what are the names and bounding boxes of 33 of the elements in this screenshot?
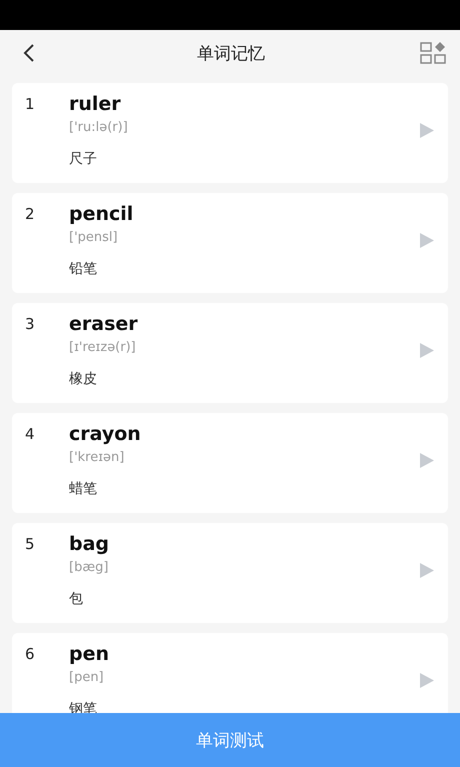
phonetic-text: [pen] <box>69 670 104 686</box>
meaning-text: 包 <box>69 590 83 609</box>
word-number: 1 <box>25 94 36 115</box>
play-icon[interactable] <box>420 563 434 578</box>
play-icon[interactable] <box>420 123 434 138</box>
page-title: 单词记忆 <box>197 42 265 64</box>
word-text: pen <box>69 642 110 666</box>
word-number: 2 <box>25 204 36 225</box>
back-icon[interactable] <box>23 43 35 63</box>
phonetic-text: ['ru:lə(r)] <box>69 120 128 136</box>
meaning-text: 橡皮 <box>69 370 97 389</box>
word-number: 4 <box>25 424 36 445</box>
meaning-text: 铅笔 <box>69 260 97 279</box>
word-text: ruler <box>69 92 121 116</box>
phonetic-text: [bæg] <box>69 560 108 576</box>
meaning-text: 尺子 <box>69 150 97 169</box>
word-text: bag <box>69 532 110 556</box>
word-text: crayon <box>69 422 141 446</box>
play-icon[interactable] <box>420 453 434 468</box>
word-number: 3 <box>25 314 36 335</box>
play-icon[interactable] <box>420 673 434 688</box>
play-icon[interactable] <box>420 233 434 248</box>
word-text: pencil <box>69 202 134 226</box>
phonetic-text: [ɪ'reɪzə(r)] <box>69 340 136 356</box>
word-test-button[interactable]: 单词测试 <box>0 713 460 767</box>
word-text: eraser <box>69 312 138 336</box>
word-number: 5 <box>25 534 36 555</box>
grid-icon[interactable] <box>420 40 446 66</box>
meaning-text: 蜡笔 <box>69 480 97 499</box>
phonetic-text: ['kreɪən] <box>69 450 124 466</box>
play-icon[interactable] <box>420 343 434 358</box>
phonetic-text: ['pensl] <box>69 230 118 246</box>
word-number: 6 <box>25 644 36 665</box>
